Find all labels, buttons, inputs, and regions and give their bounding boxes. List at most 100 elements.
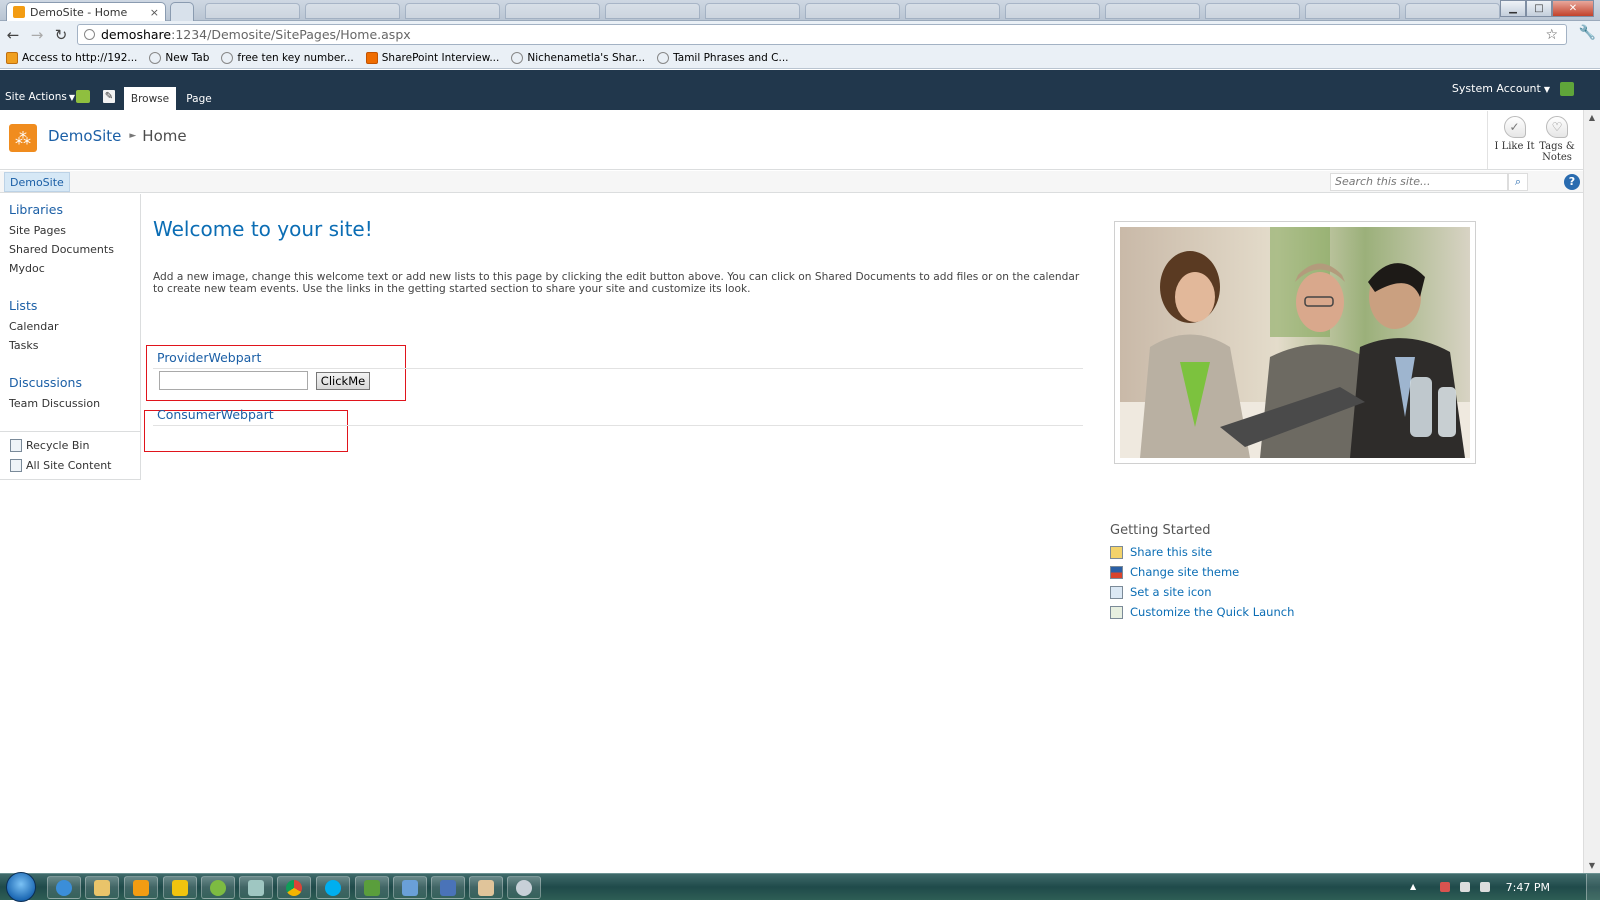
address-toolbar: ← → ↻ demoshare:1234/Demosite/SitePages/… (0, 21, 1600, 48)
clickme-button[interactable]: ClickMe (316, 372, 370, 390)
browser-tab-background[interactable] (1405, 3, 1500, 19)
explorer-taskbar-icon[interactable] (85, 876, 119, 899)
gs-share-site-label: Share this site (1130, 545, 1213, 559)
maximize-icon[interactable]: □ (1526, 0, 1552, 17)
gs-site-icon[interactable]: Set a site icon (1110, 585, 1212, 599)
site-title-area: ⁂ DemoSite ► Home ✓ I Like It ♡ Tags & N… (0, 110, 1583, 170)
edit-page-icon[interactable]: ✎ (103, 90, 115, 103)
sharepoint-designer-taskbar-icon[interactable] (355, 876, 389, 899)
browser-tab-background[interactable] (205, 3, 300, 19)
gs-share-site[interactable]: Share this site (1110, 545, 1212, 559)
ql-item-mydoc[interactable]: Mydoc (9, 262, 45, 275)
back-arrow-icon[interactable]: ← (2, 24, 24, 46)
tab-browse[interactable]: Browse (124, 87, 176, 110)
ql-item-site-pages[interactable]: Site Pages (9, 224, 66, 237)
page-scrollbar[interactable]: ▲ ▼ (1583, 110, 1600, 874)
messenger-taskbar-icon[interactable] (201, 876, 235, 899)
provider-webpart-title[interactable]: ProviderWebpart (157, 350, 261, 365)
site-actions-menu[interactable]: Site Actions ▼ (5, 91, 75, 103)
bookmark-item[interactable]: Nichenametla's Shar... (511, 52, 645, 64)
bookmark-item[interactable]: New Tab (149, 52, 209, 64)
browser-tab-background[interactable] (1205, 3, 1300, 19)
tab-page[interactable]: Page (180, 87, 218, 110)
media-player-taskbar-icon[interactable] (124, 876, 158, 899)
user-status-icon[interactable] (1560, 82, 1574, 96)
breadcrumb: DemoSite ► Home (48, 127, 187, 145)
ql-heading-libraries[interactable]: Libraries (9, 202, 63, 217)
forward-arrow-icon[interactable]: → (26, 24, 48, 46)
scroll-up-icon[interactable]: ▲ (1584, 110, 1600, 126)
ql-item-team-discussion[interactable]: Team Discussion (9, 397, 100, 410)
tags-notes-button[interactable]: ♡ Tags & Notes (1533, 111, 1581, 169)
bookmark-item[interactable]: free ten key number... (221, 52, 354, 64)
browser-tab-strip: DemoSite - Home × ▁ □ ✕ (0, 0, 1600, 21)
bookmark-star-icon[interactable]: ☆ (1545, 27, 1558, 43)
ql-heading-discussions[interactable]: Discussions (9, 375, 82, 390)
browser-tab-background[interactable] (405, 3, 500, 19)
scroll-down-icon[interactable]: ▼ (1584, 858, 1600, 874)
browser-tab-background[interactable] (305, 3, 400, 19)
skype-taskbar-icon[interactable] (316, 876, 350, 899)
paint-taskbar-icon[interactable] (469, 876, 503, 899)
bookmark-item[interactable]: SharePoint Interview... (365, 52, 499, 64)
provider-text-input[interactable] (159, 371, 308, 390)
ql-item-shared-documents[interactable]: Shared Documents (9, 243, 114, 256)
bookmark-item[interactable]: Tamil Phrases and C... (657, 52, 789, 64)
browser-tab-background[interactable] (705, 3, 800, 19)
chrome-taskbar-icon[interactable] (277, 876, 311, 899)
gs-customize-quick-launch[interactable]: Customize the Quick Launch (1110, 605, 1294, 619)
remote-desktop-taskbar-icon[interactable] (393, 876, 427, 899)
ql-all-site-content[interactable]: All Site Content (10, 459, 112, 472)
outlook-taskbar-icon[interactable] (163, 876, 197, 899)
i-like-it-button[interactable]: ✓ I Like It (1487, 111, 1539, 169)
tag-icon: ♡ (1546, 116, 1568, 138)
ql-recycle-bin[interactable]: Recycle Bin (10, 439, 89, 452)
search-icon[interactable]: ⌕ (1508, 173, 1528, 191)
chevron-down-icon: ▼ (68, 93, 76, 102)
browser-tab-background[interactable] (605, 3, 700, 19)
page-info-icon[interactable] (84, 29, 95, 40)
bookmark-item[interactable]: Access to http://192... (6, 52, 137, 64)
browser-tab-background[interactable] (1005, 3, 1100, 19)
browser-tab-background[interactable] (905, 3, 1000, 19)
bookmarks-bar: Access to http://192... New Tab free ten… (0, 48, 1600, 69)
action-center-icon[interactable] (1440, 882, 1450, 892)
tool-taskbar-icon[interactable] (507, 876, 541, 899)
ql-item-tasks[interactable]: Tasks (9, 339, 38, 352)
consumer-webpart-title[interactable]: ConsumerWebpart (157, 407, 274, 422)
taskbar-clock[interactable]: 7:47 PM (1506, 881, 1550, 894)
tray-expand-icon[interactable]: ▲ (1410, 882, 1420, 892)
navigate-up-icon[interactable] (76, 90, 90, 103)
app-taskbar-icon[interactable] (239, 876, 273, 899)
globe-icon (149, 52, 162, 64)
gs-change-theme[interactable]: Change site theme (1110, 565, 1239, 579)
account-menu[interactable]: System Account ▼ (1452, 82, 1550, 95)
network-tray-icon[interactable] (1460, 882, 1470, 892)
site-logo-icon[interactable]: ⁂ (9, 124, 37, 152)
ie-taskbar-icon[interactable] (47, 876, 81, 899)
browser-tab-background[interactable] (805, 3, 900, 19)
search-input[interactable]: Search this site... (1330, 173, 1508, 191)
start-button-icon[interactable] (6, 872, 36, 902)
url-bar[interactable]: demoshare:1234/Demosite/SitePages/Home.a… (77, 24, 1567, 45)
volume-icon[interactable] (1480, 882, 1490, 892)
nav-tab-demosite[interactable]: DemoSite (4, 172, 70, 192)
minimize-icon[interactable]: ▁ (1500, 0, 1526, 17)
window-close-icon[interactable]: ✕ (1552, 0, 1594, 17)
blogger-icon (365, 52, 378, 64)
help-icon[interactable]: ? (1564, 174, 1580, 190)
browser-tab-background[interactable] (505, 3, 600, 19)
ql-heading-lists[interactable]: Lists (9, 298, 37, 313)
breadcrumb-site-link[interactable]: DemoSite (48, 127, 121, 145)
ql-item-calendar[interactable]: Calendar (9, 320, 58, 333)
reload-icon[interactable]: ↻ (50, 24, 72, 46)
browser-tab-background[interactable] (1305, 3, 1400, 19)
wrench-menu-icon[interactable]: 🔧 (1579, 25, 1596, 41)
tab-close-icon[interactable]: × (150, 6, 159, 19)
gs-change-theme-label: Change site theme (1130, 565, 1240, 579)
show-desktop-button[interactable] (1586, 874, 1600, 901)
network-taskbar-icon[interactable] (431, 876, 465, 899)
browser-tab-active[interactable]: DemoSite - Home × (6, 2, 166, 21)
browser-tab-background[interactable] (1105, 3, 1200, 19)
new-tab-button[interactable] (170, 2, 194, 21)
